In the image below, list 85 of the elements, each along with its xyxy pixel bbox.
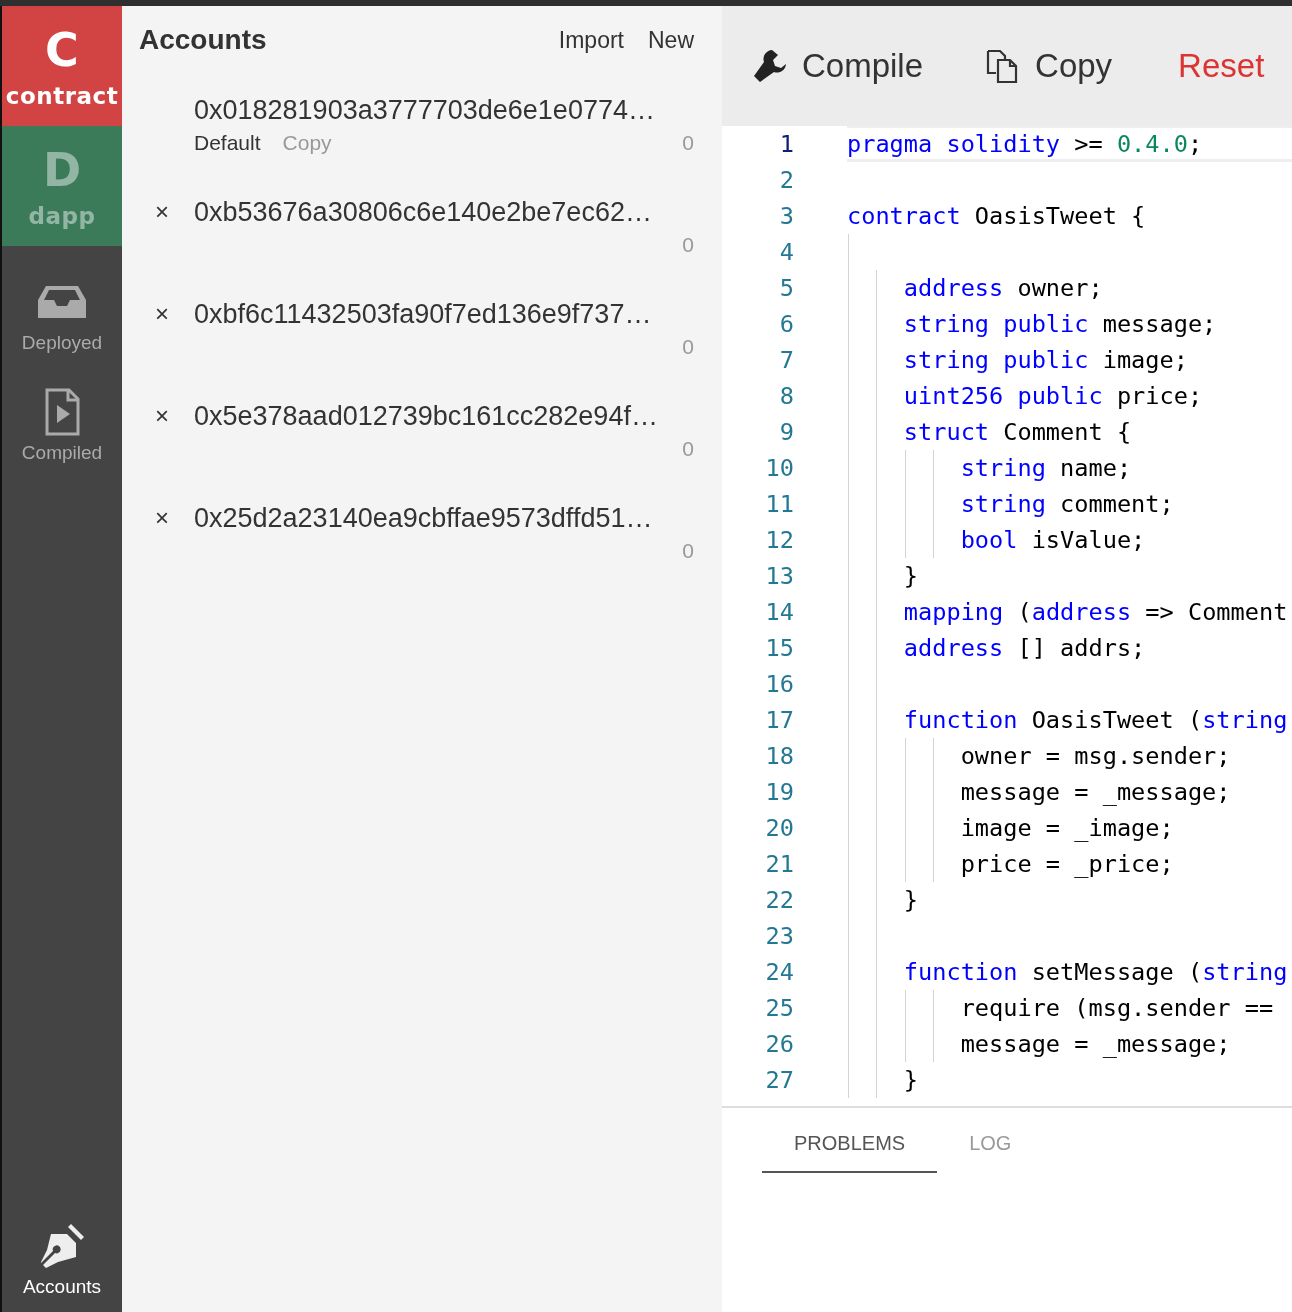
line-number: 21 — [764, 850, 794, 878]
nav-item[interactable]: Compiled — [2, 368, 122, 478]
code-line: struct Comment { — [903, 418, 1132, 446]
code-line: message = _message; — [960, 778, 1231, 806]
line-number: 18 — [764, 742, 794, 770]
code-line: string public image; — [903, 346, 1188, 374]
line-number: 12 — [764, 526, 794, 554]
code-line: address [] addrs; — [903, 634, 1146, 662]
nav-item[interactable]: Accounts — [2, 1202, 122, 1312]
code-line: function OasisTweet (string — [903, 706, 1288, 734]
account-balance: 0 — [682, 437, 694, 461]
code-line: string comment; — [960, 490, 1174, 518]
default-label: Default — [194, 131, 261, 155]
line-number: 10 — [764, 454, 794, 482]
line-number: 14 — [764, 598, 794, 626]
line-number: 23 — [764, 922, 794, 950]
line-number: 5 — [778, 274, 794, 302]
code-line: } — [903, 886, 919, 914]
account-balance: 0 — [682, 539, 694, 563]
line-number: 7 — [778, 346, 794, 374]
line-number: 17 — [764, 706, 794, 734]
code-line: } — [903, 562, 919, 590]
account-address: 0xbf6c11432503fa90f7ed136e9f737… — [194, 298, 653, 331]
code-line: uint256 public price; — [903, 382, 1203, 410]
nav-label: Deployed — [21, 332, 103, 354]
line-number: 26 — [764, 1030, 794, 1058]
action-link[interactable]: Import — [558, 26, 624, 54]
line-number: 8 — [778, 382, 794, 410]
logo-letter: D — [42, 147, 82, 193]
code-line: pragma solidity >= 0.4.0; — [847, 129, 1203, 158]
line-number: 15 — [764, 634, 794, 662]
account-balance: 0 — [682, 335, 694, 359]
nav-item[interactable]: Deployed — [2, 258, 122, 368]
account-address: 0x25d2a23140ea9cbffae9573dffd51… — [194, 502, 654, 535]
toolbar-button[interactable]: Copy — [985, 47, 1113, 85]
nav-label: Accounts — [22, 1276, 102, 1298]
remove-icon[interactable]: × — [139, 293, 169, 335]
logo-letter: C — [45, 27, 79, 73]
line-number: 2 — [778, 166, 794, 194]
code-line: price = _price; — [960, 850, 1174, 878]
remove-icon[interactable]: × — [139, 191, 169, 233]
pen-nib-icon — [38, 1222, 86, 1270]
line-number: 20 — [764, 814, 794, 842]
line-number: 16 — [764, 670, 794, 698]
code-line: mapping (address => Comment — [903, 598, 1288, 626]
code-line: } — [903, 1066, 919, 1094]
line-number: 25 — [764, 994, 794, 1022]
code-line: string name; — [960, 454, 1132, 482]
remove-icon[interactable]: × — [139, 497, 169, 539]
account-balance: 0 — [682, 131, 694, 155]
toolbar-button[interactable]: Compile — [752, 47, 924, 85]
line-number: 9 — [778, 418, 794, 446]
wrench-icon — [752, 48, 788, 84]
panel-title: Accounts — [139, 24, 268, 56]
account-address: 0x018281903a3777703de6e1e0774… — [194, 94, 656, 127]
line-number: 27 — [764, 1066, 794, 1094]
remove-icon[interactable]: × — [139, 395, 169, 437]
line-number: 22 — [764, 886, 794, 914]
account-address: 0x5e378aad012739bc161cc282e94f… — [194, 400, 659, 433]
app-label: dapp — [28, 203, 96, 229]
code-line: owner = msg.sender; — [960, 742, 1231, 770]
line-number: 13 — [764, 562, 794, 590]
code-line: bool isValue; — [960, 526, 1146, 554]
account-address: 0xb53676a30806c6e140e2be7ec62… — [194, 196, 653, 229]
code-line: address owner; — [903, 274, 1103, 302]
code-line: require (msg.sender == — [960, 994, 1274, 1022]
line-number: 4 — [778, 238, 794, 266]
line-number: 24 — [764, 958, 794, 986]
code-line: message = _message; — [960, 1030, 1231, 1058]
panel-tab[interactable]: PROBLEMS — [762, 1108, 938, 1173]
code-line: image = _image; — [960, 814, 1174, 842]
code-line: string public message; — [903, 310, 1217, 338]
app-tab[interactable]: C contract — [2, 6, 122, 126]
action-link[interactable]: New — [648, 26, 694, 54]
line-number: 1 — [778, 130, 794, 158]
line-number: 6 — [778, 310, 794, 338]
account-balance: 0 — [682, 233, 694, 257]
line-number: 11 — [764, 490, 794, 518]
code-line: contract OasisTweet { — [847, 202, 1146, 230]
toolbar-button[interactable]: Reset — [1178, 47, 1265, 85]
nav-label: Compiled — [21, 442, 103, 464]
code-line: function setMessage (string — [903, 958, 1288, 986]
line-number: 3 — [778, 202, 794, 230]
line-number: 19 — [764, 778, 794, 806]
app-label: contract — [5, 83, 119, 109]
